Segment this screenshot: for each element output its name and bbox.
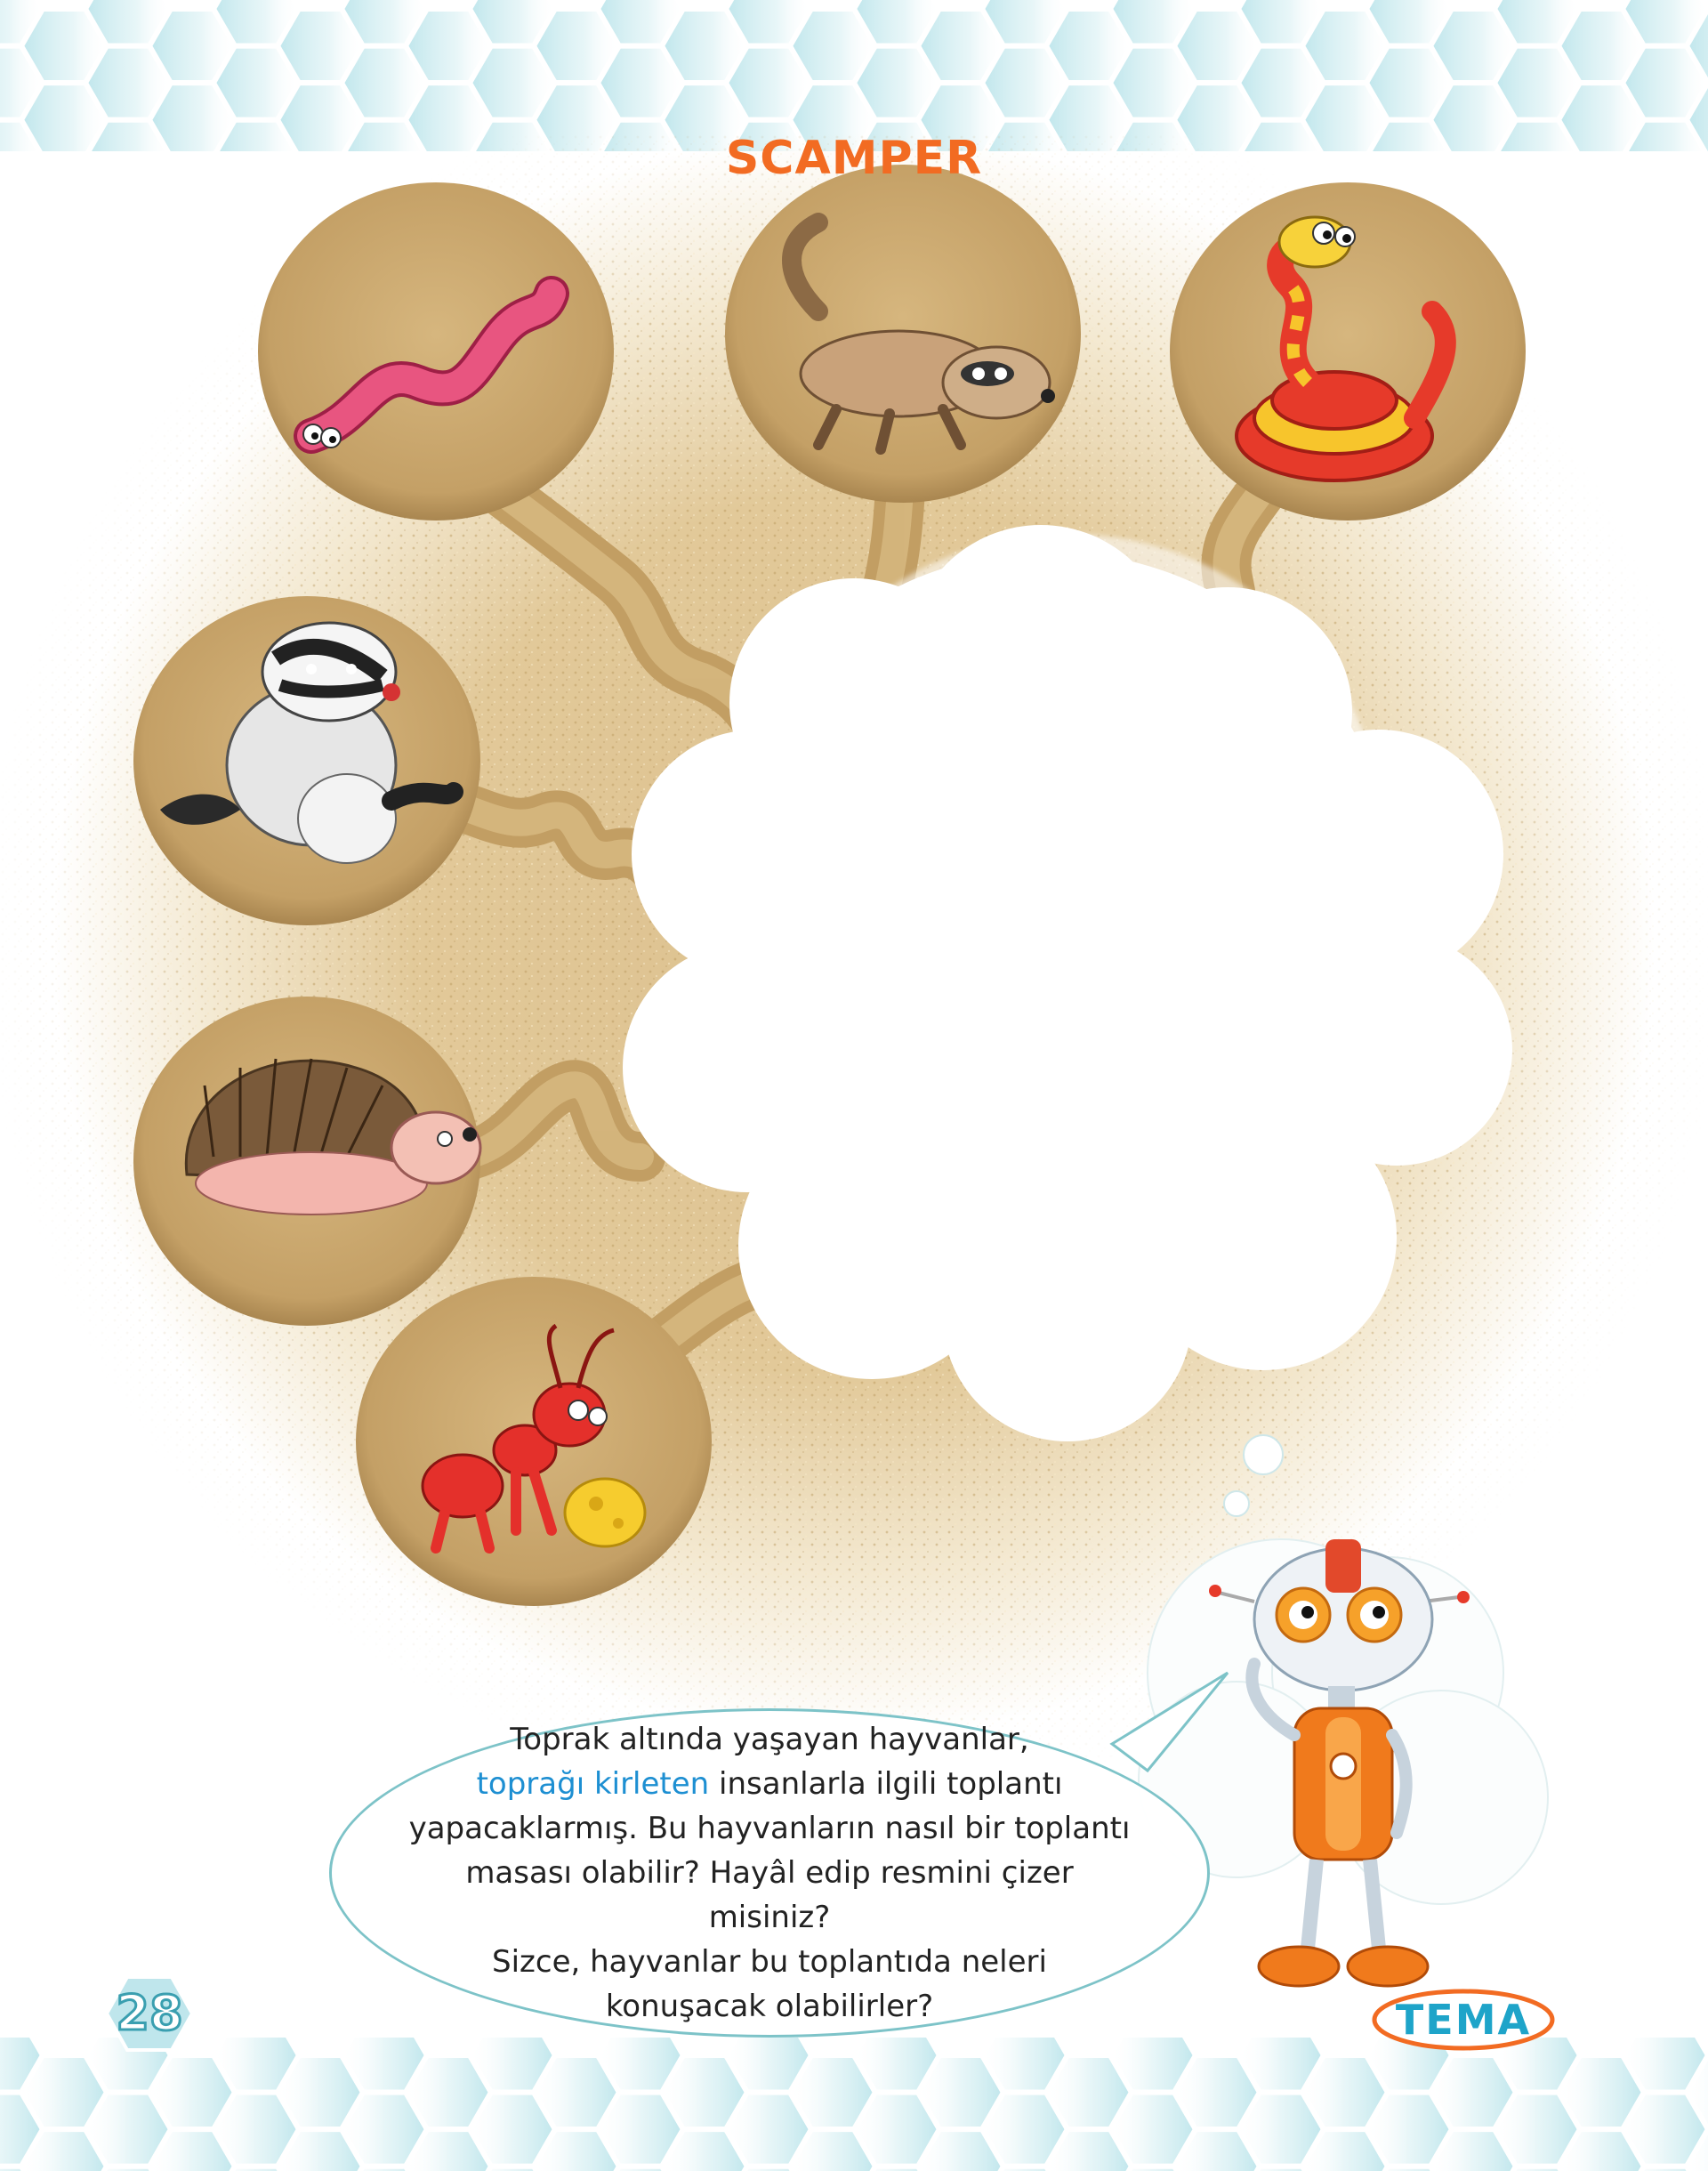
- brand-name: TEMA: [1395, 1996, 1532, 2044]
- instruction-line-1: Toprak altında yaşayan hayvanlar,: [510, 1722, 1029, 1757]
- instruction-highlight: toprağı kirleten: [476, 1766, 710, 1802]
- instruction-line-6: konuşacak olabilirler?: [605, 1989, 934, 2024]
- page-title: SCAMPER: [725, 132, 983, 185]
- instruction-line-3: yapacaklarmış. Bu hayvanların nasıl bir …: [408, 1811, 1131, 1846]
- instruction-text: Toprak altında yaşayan hayvanlar, toprağ…: [405, 1717, 1134, 2029]
- speech-bubble: Toprak altında yaşayan hayvanlar, toprağ…: [329, 1708, 1210, 2038]
- drawing-cloud: [623, 525, 1512, 1517]
- instruction-line-2: insanlarla ilgili toplantı: [709, 1766, 1063, 1802]
- page-number: 28: [115, 1984, 184, 2043]
- brand-logo: TEMA: [1366, 1984, 1561, 2055]
- instruction-line-5: Sizce, hayvanlar bu toplantıda neleri: [492, 1944, 1047, 1980]
- page-number-badge: 28: [104, 1973, 195, 2054]
- instruction-line-4: masası olabilir? Hayâl edip resmini çize…: [465, 1855, 1074, 1935]
